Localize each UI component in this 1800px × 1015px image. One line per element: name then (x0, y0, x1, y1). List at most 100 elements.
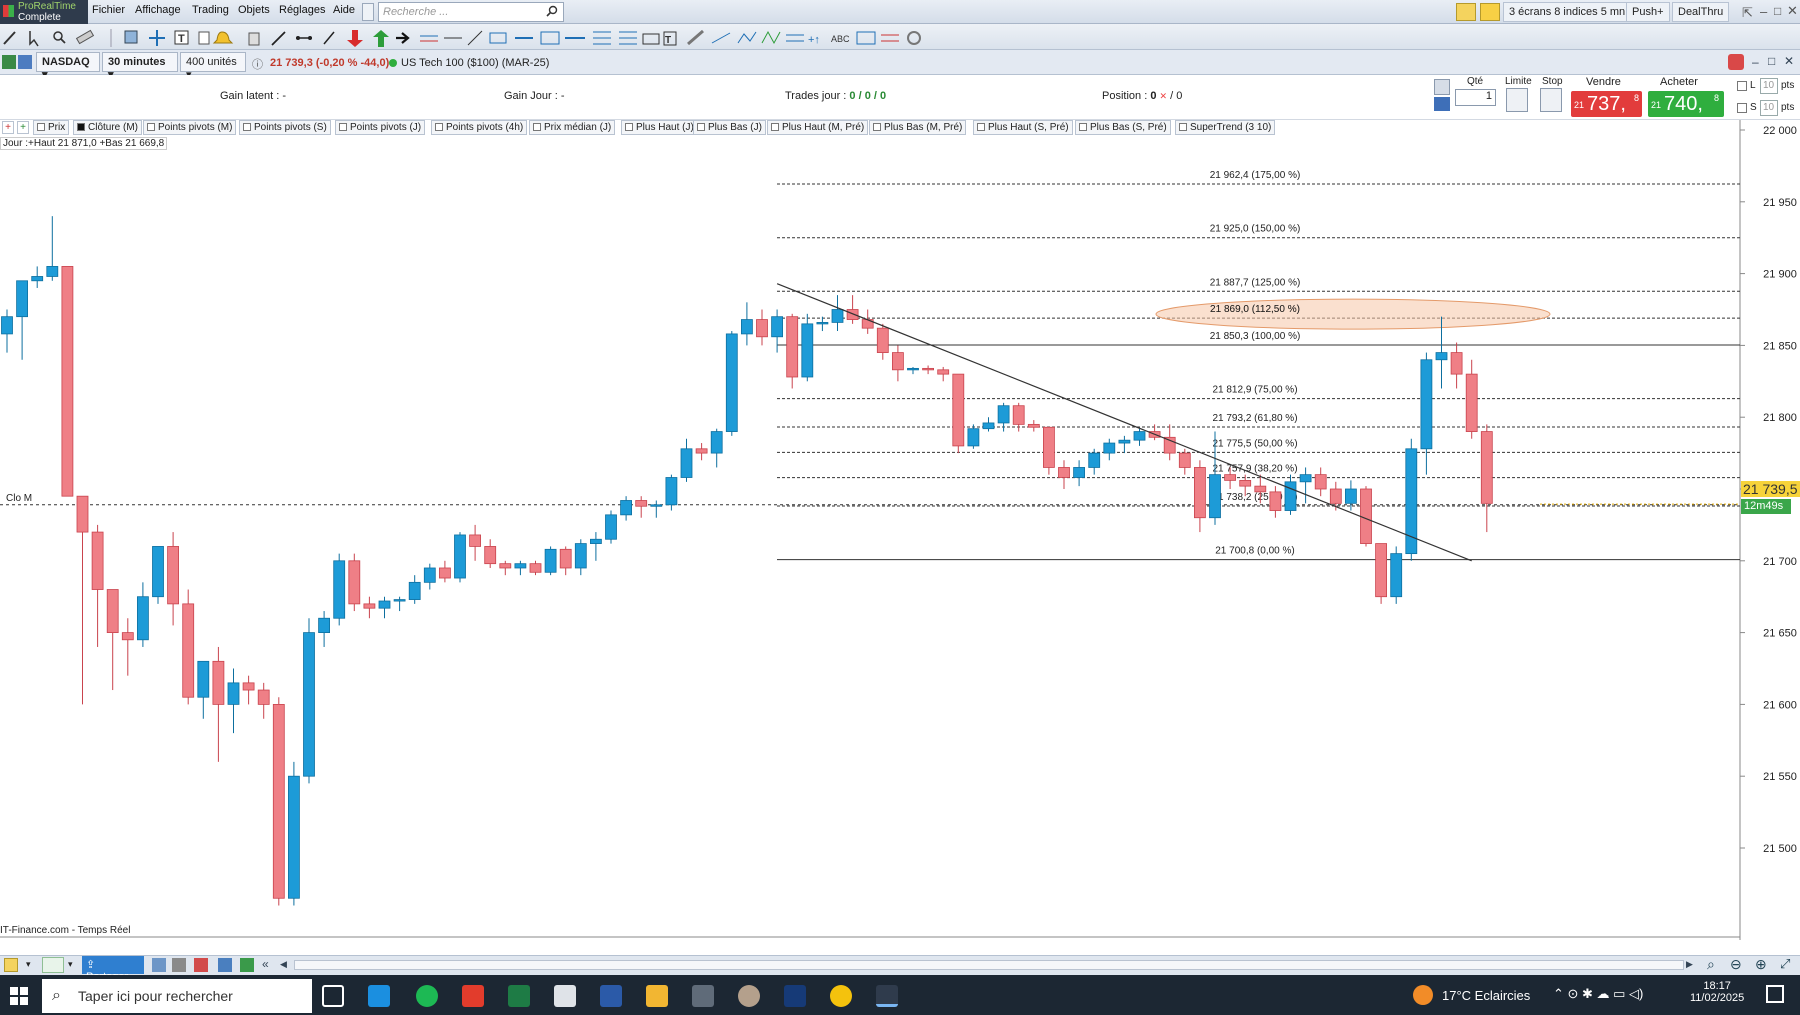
scroll-start-icon[interactable]: « (262, 957, 269, 971)
legend-checkbox[interactable] (339, 123, 347, 131)
menu-trading[interactable]: Trading (192, 4, 229, 16)
windows-start-icon[interactable] (10, 987, 28, 1005)
info-icon[interactable]: ⓘ (252, 56, 263, 72)
prorealtime-taskbar-icon[interactable] (876, 985, 898, 1007)
add-object-icon[interactable]: + (17, 121, 29, 134)
tray-icons[interactable]: ⌃ ⊙ ✱ ☁ ▭ ◁) (1553, 986, 1643, 1002)
screens-button[interactable]: 3 écrans 8 indices 5 mn (1503, 2, 1632, 22)
notification-icon[interactable] (1480, 3, 1500, 21)
qty-input[interactable]: 1 (1455, 89, 1496, 106)
spotify-icon[interactable] (416, 985, 438, 1007)
indicator-dropdown-icon[interactable]: ▾ (68, 959, 73, 970)
tool-dropdown-icon[interactable]: ▾ (26, 959, 31, 970)
store-icon[interactable] (368, 985, 390, 1007)
search-options-icon[interactable] (362, 3, 374, 21)
horizontal-scrollbar[interactable] (294, 960, 1684, 970)
legend-checkbox[interactable] (977, 123, 985, 131)
dealthru-button[interactable]: DealThru (1672, 2, 1730, 22)
chart-draw-icon[interactable] (1456, 3, 1476, 21)
tool-c-icon[interactable] (194, 958, 208, 972)
panel-restore-icon[interactable]: □ (1768, 54, 1775, 68)
legend-chip[interactable]: Prix (33, 120, 70, 135)
excel-icon[interactable] (508, 985, 530, 1007)
legend-checkbox[interactable] (771, 123, 779, 131)
legend-checkbox[interactable] (435, 123, 443, 131)
minimize-icon[interactable]: – (1760, 4, 1767, 19)
legend-chip[interactable]: Points pivots (4h) (431, 120, 528, 135)
menu-affichage[interactable]: Affichage (135, 4, 181, 16)
wrench-icon[interactable] (1434, 79, 1450, 95)
legend-chip[interactable]: Prix médian (J) (529, 120, 616, 135)
legend-checkbox[interactable] (243, 123, 251, 131)
scroll-right-icon[interactable]: ▶ (1686, 959, 1693, 970)
notification-center-icon[interactable] (1766, 985, 1784, 1003)
search-icon[interactable] (546, 5, 558, 17)
search-input[interactable]: Recherche ... (378, 2, 564, 22)
legend-chip[interactable]: Plus Bas (J) (693, 120, 766, 135)
window-pin-icon[interactable]: ⇱ (1742, 5, 1753, 21)
legend-chip[interactable]: Plus Bas (S, Pré) (1075, 120, 1171, 135)
menu-objets[interactable]: Objets (238, 4, 270, 16)
menu-fichier[interactable]: Fichier (92, 4, 125, 16)
share-button[interactable]: ⇪ Partager (82, 956, 144, 983)
legend-checkbox[interactable] (37, 123, 45, 131)
zoom-fit-icon[interactable]: ⌕ (1707, 956, 1715, 973)
legend-checkbox[interactable] (697, 123, 705, 131)
legend-checkbox[interactable] (873, 123, 881, 131)
l-checkbox[interactable] (1737, 81, 1747, 91)
tool-d-icon[interactable] (218, 958, 232, 972)
sell-button[interactable]: 21 737, 8 (1571, 91, 1642, 117)
position-close-icon[interactable]: ✕ (1160, 91, 1168, 101)
layout-icon[interactable] (18, 55, 32, 69)
legend-chip[interactable]: Points pivots (S) (239, 120, 331, 135)
task-view-icon[interactable] (322, 985, 344, 1007)
explorer-icon[interactable] (646, 985, 668, 1007)
price-chart[interactable]: 22 00021 95021 90021 85021 80021 75021 7… (0, 120, 1800, 940)
legend-checkbox[interactable] (533, 123, 541, 131)
buy-button[interactable]: 21 740, 8 (1648, 91, 1724, 117)
l-pts-input[interactable]: 10 (1760, 78, 1778, 94)
legend-checkbox[interactable] (77, 123, 85, 131)
legend-chip[interactable]: Plus Haut (J) (621, 120, 698, 135)
add-indicator-icon[interactable]: + (2, 121, 14, 134)
scroll-left-icon[interactable]: ◀ (280, 959, 287, 970)
taskbar-search[interactable]: Taper ici pour rechercher (42, 979, 312, 1013)
stop-order-button[interactable] (1540, 88, 1562, 112)
legend-chip[interactable]: Plus Haut (M, Pré) (767, 120, 869, 135)
menu-aide[interactable]: Aide (333, 4, 355, 16)
paint-icon[interactable] (738, 985, 760, 1007)
tool-e-icon[interactable] (240, 958, 254, 972)
s-pts-input[interactable]: 10 (1760, 100, 1778, 116)
expand-icon[interactable]: ⤢ (1780, 956, 1790, 972)
zoom-in-icon[interactable]: ⊕ (1755, 956, 1767, 973)
panel-close-icon[interactable]: ✕ (1784, 54, 1794, 68)
calculator-icon[interactable] (692, 985, 714, 1007)
legend-checkbox[interactable] (147, 123, 155, 131)
tool-a-icon[interactable] (152, 958, 166, 972)
keyboard-icon[interactable] (1434, 97, 1450, 111)
menu-reglages[interactable]: Réglages (279, 4, 325, 16)
legend-chip[interactable]: Points pivots (J) (335, 120, 426, 135)
chrome-icon[interactable] (830, 985, 852, 1007)
tool-b-icon[interactable] (172, 958, 186, 972)
legend-chip[interactable]: Clôture (M) (73, 120, 143, 135)
close-icon[interactable]: ✕ (1787, 3, 1798, 19)
limit-order-button[interactable] (1506, 88, 1528, 112)
legend-checkbox[interactable] (1079, 123, 1087, 131)
word-icon[interactable] (600, 985, 622, 1007)
legend-chip[interactable]: SuperTrend (3 10) (1175, 120, 1276, 135)
dev-icon[interactable] (784, 985, 806, 1007)
files-icon[interactable] (554, 985, 576, 1007)
legend-chip[interactable]: Plus Bas (M, Pré) (869, 120, 967, 135)
market-dropdown[interactable]: NASDAQ ▾ (36, 52, 100, 81)
panel-minimize-icon[interactable]: – (1752, 55, 1759, 69)
legend-chip[interactable]: Plus Haut (S, Pré) (973, 120, 1073, 135)
ig-icon[interactable] (462, 985, 484, 1007)
legend-checkbox[interactable] (625, 123, 633, 131)
units-dropdown[interactable]: 400 unités ▾ (180, 52, 246, 81)
restore-icon[interactable]: □ (1774, 4, 1781, 18)
s-checkbox[interactable] (1737, 103, 1747, 113)
legend-checkbox[interactable] (1179, 123, 1187, 131)
refresh-icon[interactable] (1728, 54, 1744, 70)
timeframe-dropdown[interactable]: 30 minutes ▾ (102, 52, 178, 81)
